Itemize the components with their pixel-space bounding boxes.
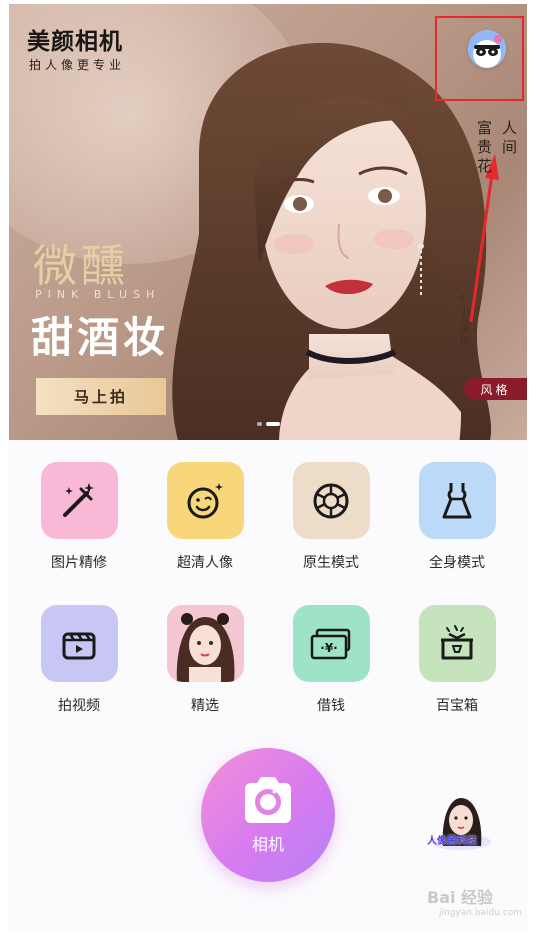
banner-headline-main: 甜酒妆 (31, 313, 170, 362)
camera-label: 相机 (251, 835, 284, 854)
app-screen: 美颜相机 拍人像更专业 人间 富贵花 微醺 PINK BLUSH 甜酒妆 马上拍 (9, 4, 527, 932)
feature-full-body-mode[interactable]: 全身模式 (412, 462, 502, 572)
brand-subtitle: 拍人像更专业 (29, 58, 126, 72)
smile-face-icon (187, 482, 223, 518)
feature-label: 图片精修 (51, 555, 107, 571)
feature-label: 原生模式 (303, 555, 359, 571)
feature-shoot-video[interactable]: 拍视频 (34, 605, 124, 715)
aperture-icon (313, 483, 349, 518)
photo-retouch-tile (40, 462, 118, 539)
banner-headline-english: PINK BLUSH (35, 288, 161, 301)
photo-credit: ©小九学妹 (458, 294, 468, 345)
feature-label: 全身模式 (429, 555, 485, 571)
feature-label: 精选 (191, 698, 219, 714)
banner-vertical-text-2: 富贵花 (475, 120, 493, 177)
shoot-video-tile (40, 605, 118, 682)
dress-icon (442, 482, 472, 518)
native-mode-tile (292, 462, 370, 539)
carousel-indicator (257, 422, 280, 426)
treasure-box-tile (418, 605, 496, 682)
feature-hd-portrait[interactable]: 超清人像 (160, 462, 250, 572)
banner-headline-top: 微醺 (33, 241, 129, 292)
featured-tile (166, 605, 244, 682)
camera-icon (245, 777, 291, 823)
borrow-money-tile: ·¥· (292, 605, 370, 682)
feature-featured[interactable]: 精选 (160, 605, 250, 715)
baidu-watermark-url: jingyan.baidu.com (439, 908, 523, 918)
carousel-dot (257, 422, 262, 426)
magic-wand-icon (63, 482, 94, 517)
feature-treasure-box[interactable]: 百宝箱 (412, 605, 502, 715)
money-bills-icon: ·¥· (310, 628, 351, 659)
feature-photo-retouch[interactable]: 图片精修 (34, 462, 124, 572)
feature-label: 超清人像 (177, 555, 233, 571)
hd-portrait-tile (166, 462, 244, 539)
full-body-mode-tile (418, 462, 496, 539)
baidu-watermark: Bai 经验 (427, 888, 494, 907)
feature-label: 借钱 (317, 698, 345, 714)
clapperboard-icon (62, 632, 96, 659)
annotation-highlight-box (435, 16, 524, 101)
brand-title: 美颜相机 (27, 29, 123, 55)
promo-label[interactable]: 人像黑科技 (427, 832, 477, 847)
camera-button[interactable]: 相机 (201, 748, 335, 882)
feature-label: 拍视频 (58, 698, 100, 714)
banner-vertical-text-1: 人间 (500, 120, 518, 158)
hero-banner[interactable]: 美颜相机 拍人像更专业 人间 富贵花 微醺 PINK BLUSH 甜酒妆 马上拍 (9, 4, 527, 440)
carousel-dot-active (266, 422, 280, 426)
feature-borrow-money[interactable]: ·¥· 借钱 (286, 605, 376, 715)
feature-label: 百宝箱 (436, 698, 478, 714)
shoot-now-button[interactable]: 马上拍 (36, 378, 166, 415)
portrait-thumbnail (166, 605, 244, 682)
svg-text:·¥·: ·¥· (320, 641, 337, 655)
feature-native-mode[interactable]: 原生模式 (286, 462, 376, 572)
style-tag-button[interactable]: 风格 (464, 378, 527, 400)
treasure-box-icon (441, 624, 473, 659)
